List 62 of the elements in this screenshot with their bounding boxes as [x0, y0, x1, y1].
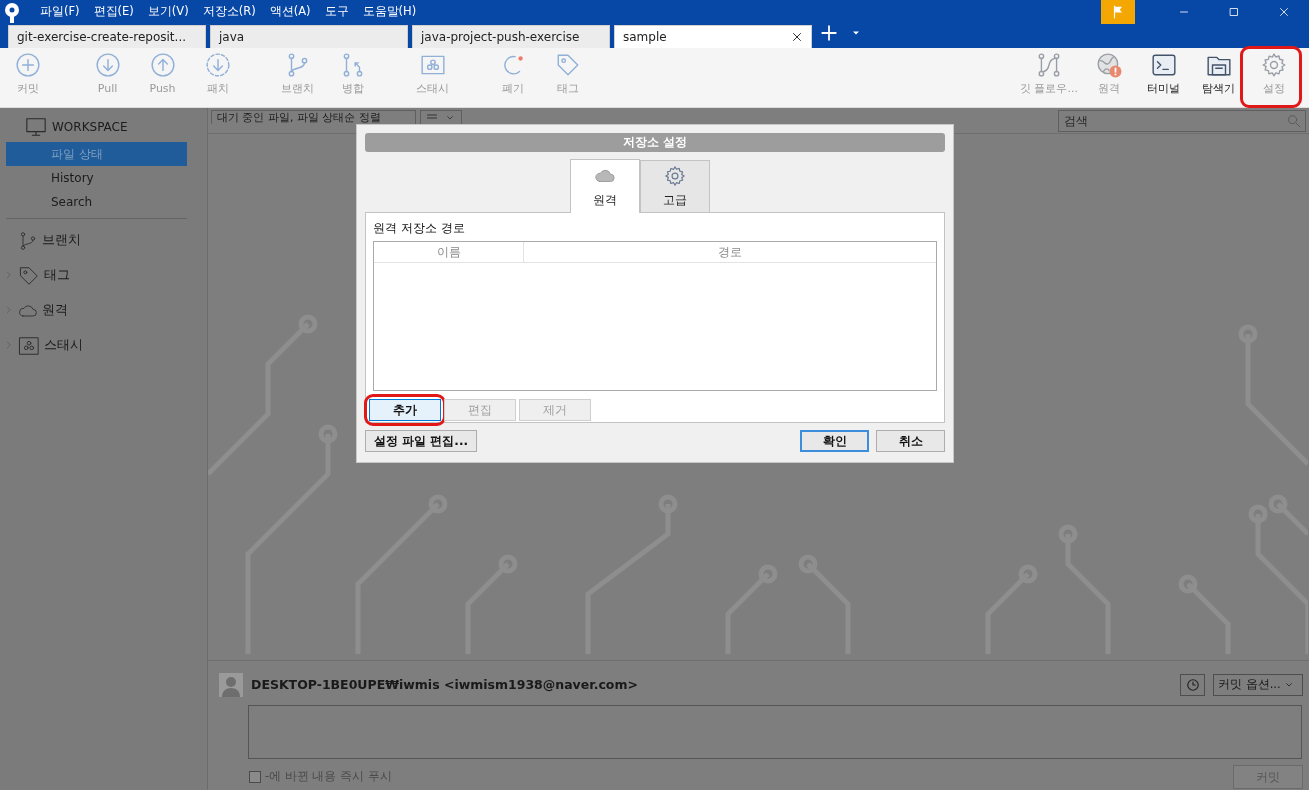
settings-icon — [664, 164, 686, 187]
settings-tab[interactable]: 원격 — [570, 159, 640, 213]
caret-down-icon — [1284, 681, 1293, 689]
stash-icon — [18, 334, 40, 357]
sidebar-item[interactable]: 파일 상태 — [6, 142, 187, 166]
flow-icon — [1036, 52, 1062, 78]
down-arrow-circle-icon — [94, 52, 121, 78]
close-icon[interactable] — [791, 31, 803, 43]
clock-icon — [1185, 678, 1200, 692]
up-arrow-circle-icon — [149, 52, 176, 78]
menu-item[interactable]: 보기(V) — [147, 3, 189, 21]
globe-warning-icon — [1095, 52, 1122, 78]
push-checkbox[interactable] — [249, 771, 261, 783]
column-header: 이름 — [374, 242, 524, 262]
menu-item[interactable]: 도구 — [324, 3, 349, 21]
monitor-icon — [24, 116, 48, 138]
menu-item[interactable]: 도움말(H) — [362, 3, 417, 21]
menu-item[interactable]: 액션(A) — [269, 3, 311, 21]
avatar-icon — [219, 673, 243, 697]
section-label: 원격 저장소 경로 — [373, 220, 466, 237]
sidebar-section[interactable]: 태그 — [44, 266, 70, 285]
toolbar-button[interactable]: 터미널 — [1136, 48, 1191, 98]
list-action-button[interactable]: 추가 — [369, 399, 441, 421]
terminal-icon — [1150, 52, 1177, 78]
branch-icon — [18, 230, 38, 251]
tag-icon — [18, 264, 40, 287]
column-header: 경로 — [717, 244, 743, 261]
search-field[interactable]: 검색 — [1058, 110, 1306, 132]
author-name: DESKTOP-1BE0UPE₩iwmis <iwmism1938@naver.com> — [251, 675, 638, 694]
flag-button[interactable] — [1101, 0, 1135, 24]
sidebar-section[interactable]: 브랜치 — [42, 231, 81, 250]
flag-icon — [1111, 4, 1125, 20]
search-icon — [1286, 113, 1302, 129]
menu-item[interactable]: 편집(E) — [93, 3, 134, 21]
toolbar-button[interactable]: 탐색기 — [1191, 48, 1246, 98]
maximize-icon — [1227, 5, 1241, 19]
settings-icon — [1260, 52, 1287, 78]
plus-icon — [820, 23, 838, 42]
repository-tab[interactable]: java-project-push-exercise — [412, 25, 610, 48]
commit-message-field[interactable] — [248, 705, 1302, 759]
sidebar-section[interactable]: 원격 — [42, 301, 68, 320]
view-dropdown[interactable] — [420, 110, 462, 124]
sidebar-item[interactable]: History — [6, 166, 187, 190]
repository-tab[interactable]: git-exercise-create-reposit... — [8, 25, 206, 48]
menu-item[interactable]: 파일(F) — [40, 3, 80, 21]
repository-tab[interactable]: sample — [614, 25, 812, 48]
caret-down-icon — [446, 113, 454, 122]
plus-circle-icon — [14, 52, 41, 78]
dialog-title: 저장소 설정 — [365, 133, 945, 152]
commit-options-dropdown[interactable]: 커밋 옵션... — [1213, 674, 1303, 696]
dialog-button[interactable]: 확인 — [800, 430, 869, 452]
settings-tab[interactable]: 고급 — [640, 160, 710, 212]
close-icon — [1277, 5, 1291, 19]
history-button[interactable] — [1180, 674, 1205, 696]
section-heading: WORKSPACE — [52, 119, 128, 136]
repository-tab[interactable]: java — [210, 25, 408, 48]
sidebar-item[interactable]: Search — [6, 190, 187, 214]
sidebar-section[interactable]: 스태시 — [44, 336, 83, 355]
edit-config-button[interactable]: 설정 파일 편집... — [365, 430, 478, 452]
menu-item[interactable]: 저장소(R) — [202, 3, 256, 21]
dialog-button[interactable]: 취소 — [876, 430, 945, 452]
sort-dropdown[interactable]: 대기 중인 파일, 파일 상태순 정렬 — [211, 110, 416, 124]
